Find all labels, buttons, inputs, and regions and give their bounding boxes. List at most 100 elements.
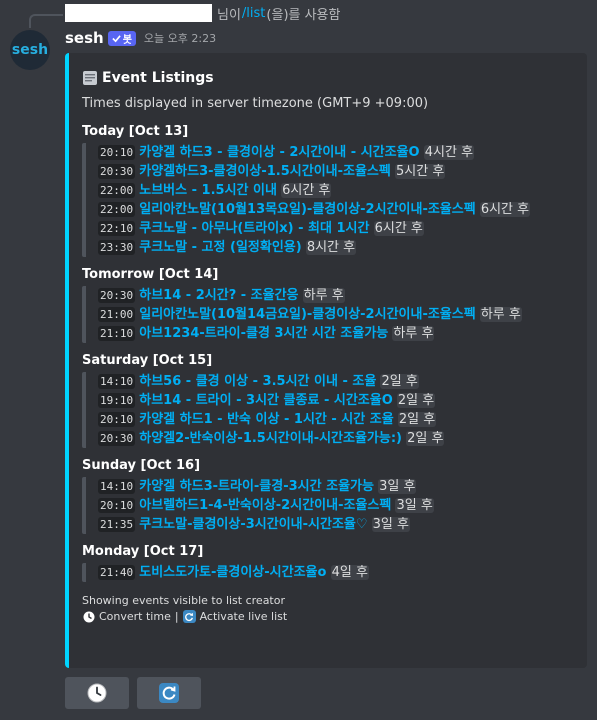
event-title-link[interactable]: 하브14 - 트라이 - 3시간 클종료 - 시간조율O [139, 393, 393, 408]
day-heading: Saturday [Oct 15] [82, 353, 213, 368]
event-relative-time: 하루 후 [392, 326, 435, 341]
event-row: 14:10 카양겔 하드3-트라이-클경-3시간 조율가능 3일 후 [98, 477, 573, 496]
event-time: 20:30 [98, 431, 136, 446]
event-row: 20:10 카양겔 하드3 - 클경이상 - 2시간이내 - 시간조율O 4시간… [98, 143, 573, 162]
document-icon [83, 71, 97, 85]
avatar-text: sesh [11, 42, 49, 58]
event-relative-time: 2일 후 [397, 412, 437, 427]
checkmark-icon [112, 34, 121, 42]
event-list-embed: Event Listings Times displayed in server… [65, 53, 587, 668]
event-row: 21:40 도비스도가토-클경이상-시간조율o 4일 후 [98, 563, 573, 582]
event-row: 20:10 카양겔 하드1 - 반숙 이상 - 1시간 - 시간 조율 2일 후 [98, 410, 573, 429]
convert-time-label: Convert time [99, 610, 171, 623]
event-title-link[interactable]: 쿠크노말-클경이상-3시간이내-시간조율♡ [139, 517, 367, 532]
day-section: Monday [Oct 17] 21:40 도비스도가토-클경이상-시간조율o 4… [82, 544, 573, 582]
day-section: Saturday [Oct 15] 14:10 하브56 - 클경 이상 - 3.… [82, 353, 573, 448]
event-row: 19:10 하브14 - 트라이 - 3시간 클종료 - 시간조율O 2일 후 [98, 391, 573, 410]
activate-live-list-button[interactable] [137, 677, 201, 709]
event-title-link[interactable]: 카양겔 하드3 - 클경이상 - 2시간이내 - 시간조율O [139, 145, 419, 160]
event-list: 20:10 카양겔 하드3 - 클경이상 - 2시간이내 - 시간조율O 4시간… [82, 143, 573, 257]
event-relative-time: 6시간 후 [281, 183, 332, 198]
message-timestamp: 오늘 오후 2:23 [143, 32, 217, 45]
day-heading: Sunday [Oct 16] [82, 458, 201, 473]
event-title-link[interactable]: 쿠크노말 - 아무나(트라이x) - 최대 1시간 [139, 221, 369, 236]
event-relative-time: 2일 후 [406, 431, 445, 446]
event-row: 14:10 하브56 - 클경 이상 - 3.5시간 이내 - 조율 2일 후 [98, 372, 573, 391]
convert-time-button[interactable] [65, 677, 129, 709]
clock-icon [87, 683, 107, 703]
event-list: 21:40 도비스도가토-클경이상-시간조율o 4일 후 [82, 563, 573, 582]
timezone-note: Times displayed in server timezone (GMT+… [82, 96, 429, 111]
event-time: 21:10 [98, 326, 136, 341]
event-title-link[interactable]: 일리아칸노말(10월14금요일)-클경이상-2시간이내-조율스펙 [139, 307, 475, 322]
refresh-icon [182, 610, 196, 623]
event-time: 21:00 [98, 307, 136, 322]
message-header: sesh 봇 오늘 오후 2:23 [65, 28, 216, 48]
footer-actions: Convert time | Activate live list [82, 610, 573, 623]
reply-connector [29, 14, 63, 28]
event-relative-time: 3일 후 [378, 479, 417, 494]
day-section: Today [Oct 13] 20:10 카양겔 하드3 - 클경이상 - 2시간… [82, 124, 573, 257]
slash-command-link[interactable]: /list [242, 6, 265, 21]
event-row: 20:30 하양겔2-반숙이상-1.5시간이내-시간조율가능:) 2일 후 [98, 429, 573, 448]
event-title-link[interactable]: 쿠크노말 - 고정 (일정확인용) [139, 240, 301, 255]
reply-suffix: (을)를 사용함 [266, 7, 341, 23]
event-relative-time: 하루 후 [479, 307, 522, 322]
event-row: 23:30 쿠크노말 - 고정 (일정확인용) 8시간 후 [98, 238, 573, 257]
event-title-link[interactable]: 하브56 - 클경 이상 - 3.5시간 이내 - 조율 [139, 374, 376, 389]
event-row: 20:10 아브렐하드1-4-반숙이상-2시간이내-조율스펙 3일 후 [98, 496, 573, 515]
event-list: 20:30 하브14 - 2시간? - 조율간응 하루 후 21:00 일리아칸노… [82, 286, 573, 343]
event-time: 20:30 [98, 164, 136, 179]
event-time: 22:00 [98, 183, 136, 198]
day-sections: Today [Oct 13] 20:10 카양겔 하드3 - 클경이상 - 2시간… [82, 124, 573, 582]
event-title-link[interactable]: 카양겔 하드1 - 반숙 이상 - 1시간 - 시간 조율 [139, 412, 393, 427]
event-row: 22:00 일리아칸노말(10월13목요일)-클경이상-2시간이내-조율스펙 6… [98, 200, 573, 219]
event-title-link[interactable]: 아브1234-트라이-클경 3시간 시간 조율가능 [139, 326, 388, 341]
event-title-link[interactable]: 카양겔하드3-클경이상-1.5시간이내-조율스펙 [139, 164, 391, 179]
day-heading: Monday [Oct 17] [82, 544, 204, 559]
event-title-link[interactable]: 아브렐하드1-4-반숙이상-2시간이내-조율스펙 [139, 498, 391, 513]
event-title-link[interactable]: 하브14 - 2시간? - 조율간응 [139, 288, 298, 303]
action-buttons [65, 677, 201, 709]
event-list: 14:10 카양겔 하드3-트라이-클경-3시간 조율가능 3일 후 20:10 … [82, 477, 573, 534]
event-relative-time: 4시간 후 [423, 145, 475, 160]
footer-note: Showing events visible to list creator [82, 594, 285, 607]
username[interactable]: sesh [65, 29, 104, 47]
event-title-link[interactable]: 카양겔 하드3-트라이-클경-3시간 조율가능 [139, 479, 374, 494]
event-row: 20:30 카양겔하드3-클경이상-1.5시간이내-조율스펙 5시간 후 [98, 162, 573, 181]
event-title-link[interactable]: 일리아칸노말(10월13목요일)-클경이상-2시간이내-조율스펙 [139, 202, 475, 217]
day-heading: Today [Oct 13] [82, 124, 189, 139]
event-row: 21:10 아브1234-트라이-클경 3시간 시간 조율가능 하루 후 [98, 324, 573, 343]
event-time: 21:35 [98, 517, 136, 532]
event-title-link[interactable]: 도비스도가토-클경이상-시간조율o [139, 565, 326, 580]
event-relative-time: 3일 후 [395, 498, 434, 513]
event-row: 22:10 쿠크노말 - 아무나(트라이x) - 최대 1시간 6시간 후 [98, 219, 573, 238]
event-list: 14:10 하브56 - 클경 이상 - 3.5시간 이내 - 조율 2일 후1… [82, 372, 573, 448]
event-time: 22:10 [98, 221, 136, 236]
embed-title-text: Event Listings [102, 70, 214, 86]
event-relative-time: 하루 후 [302, 288, 345, 303]
activate-live-list-label: Activate live list [199, 610, 288, 623]
event-relative-time: 6시간 후 [373, 221, 424, 236]
command-reply-header: 님이 /list (을)를 사용함 [65, 3, 340, 23]
day-section: Sunday [Oct 16] 14:10 카양겔 하드3-트라이-클경-3시간 … [82, 458, 573, 534]
event-relative-time: 6시간 후 [479, 202, 531, 217]
event-title-link[interactable]: 하양겔2-반숙이상-1.5시간이내-시간조율가능:) [139, 431, 402, 446]
event-time: 20:10 [98, 412, 136, 427]
bot-badge-label: 봇 [122, 34, 132, 46]
event-time: 20:30 [98, 288, 136, 303]
event-time: 20:10 [98, 145, 136, 160]
event-row: 21:35 쿠크노말-클경이상-3시간이내-시간조율♡ 3일 후 [98, 515, 573, 534]
event-relative-time: 5시간 후 [395, 164, 446, 179]
event-time: 14:10 [98, 479, 136, 494]
event-relative-time: 4일 후 [330, 565, 369, 580]
event-relative-time: 2일 후 [396, 393, 436, 408]
reply-prefix: 님이 [217, 7, 241, 23]
clock-icon [82, 610, 95, 623]
event-relative-time: 3일 후 [371, 517, 410, 532]
avatar[interactable]: sesh [10, 30, 50, 70]
event-row: 20:30 하브14 - 2시간? - 조율간응 하루 후 [98, 286, 573, 305]
event-time: 23:30 [98, 240, 136, 255]
event-title-link[interactable]: 노브버스 - 1.5시간 이내 [139, 183, 277, 198]
embed-footer: Showing events visible to list creator C… [82, 594, 573, 623]
